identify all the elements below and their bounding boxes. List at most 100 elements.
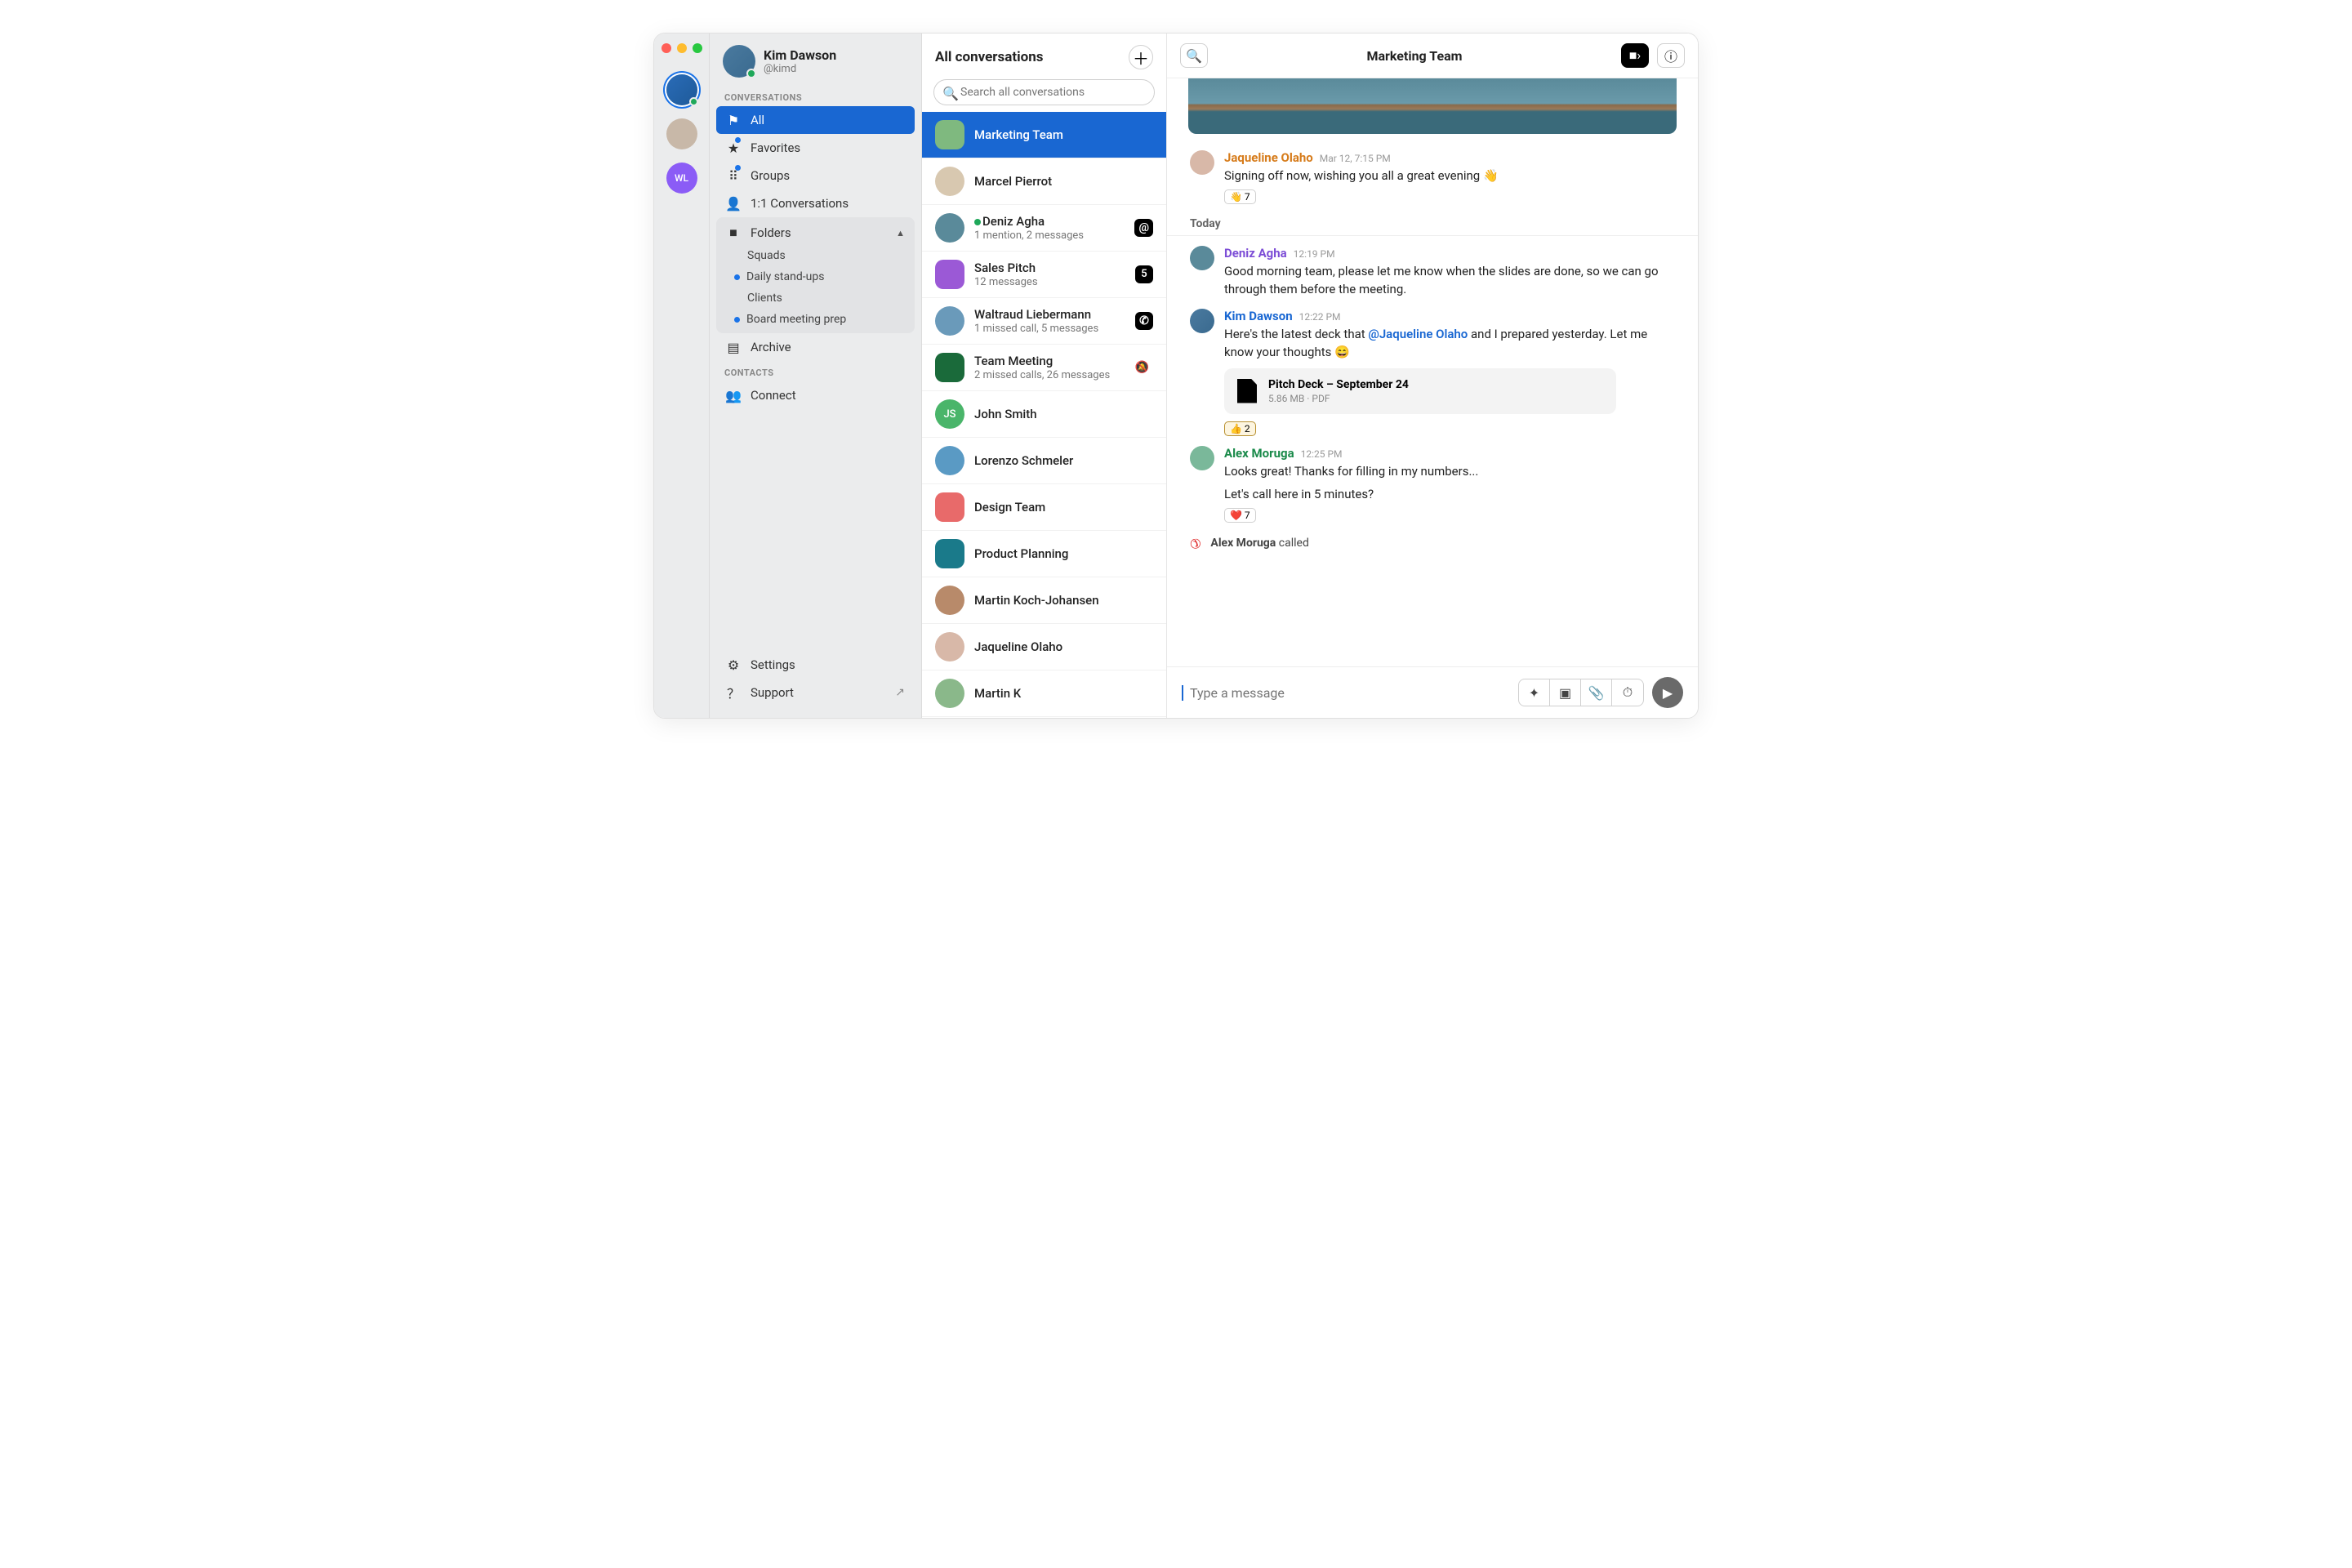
video-icon: ■› <box>1629 47 1641 64</box>
info-icon: ⓘ <box>1664 46 1677 65</box>
avatar <box>1190 150 1214 175</box>
message-input[interactable] <box>1182 685 1510 701</box>
avatar <box>935 586 964 615</box>
conversation-sub: 12 messages <box>974 276 1125 288</box>
conversation-sub: 1 mention, 2 messages <box>974 229 1125 242</box>
nav-archive[interactable]: ▤Archive <box>716 333 915 361</box>
conversation-sub: 2 missed calls, 26 messages <box>974 369 1121 381</box>
attach-button[interactable]: 📎 <box>1581 679 1612 706</box>
shared-image[interactable] <box>1188 78 1677 134</box>
conversation-item[interactable]: Martin K <box>922 670 1166 717</box>
video-call-button[interactable]: ■› <box>1621 43 1649 68</box>
avatar: JS <box>935 399 964 429</box>
account-rail: WL <box>654 33 710 718</box>
messages-scroll[interactable]: Jaqueline OlahoMar 12, 7:15 PM Signing o… <box>1167 78 1698 666</box>
external-link-icon: ↗ <box>895 686 905 699</box>
avatar <box>935 446 964 475</box>
nav-favorites[interactable]: ★Favorites <box>716 134 915 162</box>
conversation-item[interactable]: Deniz Agha1 mention, 2 messages@ <box>922 205 1166 252</box>
conversation-name: Team Meeting <box>974 354 1121 368</box>
muted-badge-icon: 🔕 <box>1131 359 1153 376</box>
reaction[interactable]: 👍 2 <box>1224 421 1256 436</box>
nav-groups[interactable]: ⠿Groups <box>716 162 915 189</box>
attachment[interactable]: Pitch Deck – September 24 5.86 MB · PDF <box>1224 368 1616 414</box>
conversation-name: Waltraud Liebermann <box>974 307 1125 322</box>
conversation-item[interactable]: Design Team <box>922 484 1166 531</box>
nav-support[interactable]: ？Support↗ <box>716 679 915 706</box>
conversation-item[interactable]: Product Planning <box>922 531 1166 577</box>
chat-info-button[interactable]: ⓘ <box>1657 43 1685 68</box>
rail-account-wl[interactable]: WL <box>666 163 697 194</box>
sparkle-icon: ✦ <box>1529 685 1539 701</box>
file-icon <box>1237 379 1257 403</box>
avatar <box>935 306 964 336</box>
folder-squads[interactable]: Squads <box>716 245 915 266</box>
nav-folders-group: ■Folders▲ Squads Daily stand-ups Clients… <box>716 217 915 333</box>
rail-account-2[interactable] <box>666 118 697 149</box>
message-author: Jaqueline Olaho <box>1224 150 1313 165</box>
message-author: Deniz Agha <box>1224 246 1287 261</box>
minimize-window[interactable] <box>677 43 687 53</box>
avatar <box>935 539 964 568</box>
timer-icon: ⏱ <box>1623 684 1633 701</box>
attachment-title: Pitch Deck – September 24 <box>1268 378 1409 391</box>
convlist-title: All conversations <box>935 49 1043 65</box>
connect-icon: 👥 <box>726 388 741 403</box>
message-text: Signing off now, wishing you all a great… <box>1224 167 1675 185</box>
app-window: WL Kim Dawson @kimd CONVERSATIONS ⚑All ★… <box>653 33 1699 719</box>
reaction[interactable]: ❤️ 7 <box>1224 508 1256 523</box>
reaction[interactable]: 👋 7 <box>1224 189 1256 204</box>
conversation-item[interactable]: Waltraud Liebermann1 missed call, 5 mess… <box>922 298 1166 345</box>
nav-all[interactable]: ⚑All <box>716 106 915 134</box>
conversation-item[interactable]: Lorenzo Schmeler <box>922 438 1166 484</box>
phone-icon: ✆ <box>1186 534 1205 553</box>
section-conversations: CONVERSATIONS <box>710 86 921 106</box>
profile-header[interactable]: Kim Dawson @kimd <box>710 33 921 86</box>
rail-account-me[interactable] <box>666 74 697 105</box>
fullscreen-window[interactable] <box>693 43 702 53</box>
send-button[interactable]: ▶ <box>1652 677 1683 708</box>
conversation-list: All conversations ＋ 🔍 Marketing TeamMarc… <box>922 33 1167 718</box>
conversation-name: Marcel Pierrot <box>974 174 1153 189</box>
folder-daily[interactable]: Daily stand-ups <box>716 266 915 287</box>
emoji-button[interactable]: ✦ <box>1519 679 1550 706</box>
avatar <box>935 492 964 522</box>
conversation-item[interactable]: Team Meeting2 missed calls, 26 messages 🔕 <box>922 345 1166 391</box>
new-conversation-button[interactable]: ＋ <box>1129 45 1153 69</box>
chat-search-button[interactable]: 🔍 <box>1180 43 1208 68</box>
conversation-item[interactable]: Marketing Team <box>922 112 1166 158</box>
nav-connect[interactable]: 👥Connect <box>716 381 915 409</box>
flag-icon: ⚑ <box>726 113 741 127</box>
avatar <box>935 167 964 196</box>
conversation-item[interactable]: Martin Koch-Johansen <box>922 577 1166 624</box>
image-icon: ▣ <box>1559 685 1571 701</box>
conversation-item[interactable]: Sales Pitch12 messages5 <box>922 252 1166 298</box>
conversation-item[interactable]: Marcel Pierrot <box>922 158 1166 205</box>
conversation-name: Deniz Agha <box>974 214 1125 229</box>
conversation-item[interactable]: JSJohn Smith <box>922 391 1166 438</box>
conversation-sub: 1 missed call, 5 messages <box>974 323 1125 335</box>
person-icon: 👤 <box>726 196 741 211</box>
folder-board[interactable]: Board meeting prep <box>716 309 915 330</box>
help-icon: ？ <box>726 685 741 700</box>
nav-folders[interactable]: ■Folders▲ <box>716 220 915 245</box>
unread-badge: 5 <box>1135 265 1153 283</box>
message-text: Looks great! Thanks for filling in my nu… <box>1224 462 1675 481</box>
chevron-up-icon: ▲ <box>896 228 905 238</box>
timer-button[interactable]: ⏱ <box>1612 679 1643 706</box>
mention[interactable]: @Jaqueline Olaho <box>1368 327 1468 341</box>
close-window[interactable] <box>662 43 671 53</box>
nav-settings[interactable]: ⚙Settings <box>716 651 915 679</box>
folder-icon: ■ <box>726 225 741 240</box>
profile-handle: @kimd <box>764 63 836 75</box>
nav-1on1[interactable]: 👤1:1 Conversations <box>716 189 915 217</box>
avatar <box>1190 446 1214 470</box>
avatar <box>935 353 964 382</box>
image-button[interactable]: ▣ <box>1550 679 1581 706</box>
conversation-name: Martin Koch-Johansen <box>974 593 1153 608</box>
conversation-items: Marketing TeamMarcel PierrotDeniz Agha1 … <box>922 112 1166 718</box>
search-input[interactable] <box>933 79 1155 105</box>
folder-clients[interactable]: Clients <box>716 287 915 309</box>
conversation-item[interactable]: Jaqueline Olaho <box>922 624 1166 670</box>
call-event: ✆ Alex Moruga called <box>1167 528 1698 559</box>
